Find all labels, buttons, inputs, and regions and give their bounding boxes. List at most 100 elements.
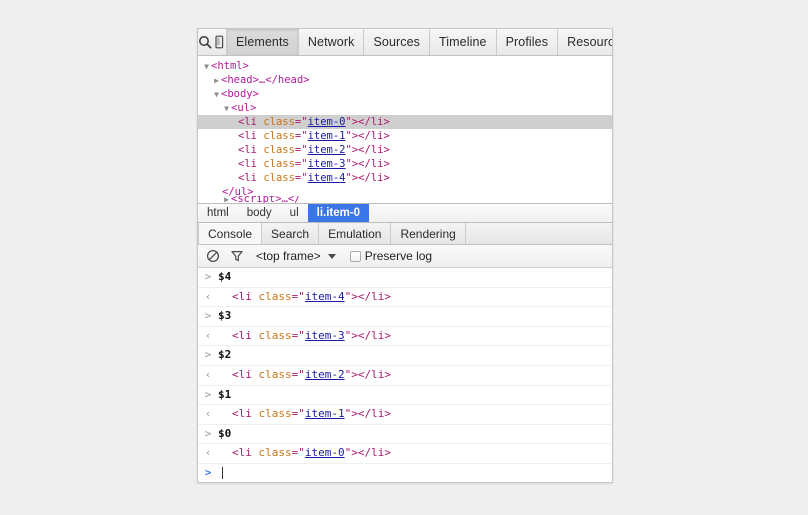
chevron-down-icon[interactable] (327, 253, 336, 259)
console-output-row[interactable]: ‹ <li class="item-1"></li> (198, 405, 612, 425)
console-output-row[interactable]: ‹ <li class="item-4"></li> (198, 288, 612, 308)
dom-close-gt: > (384, 328, 391, 342)
dom-row-li-item-3[interactable]: <li class="item-3"></li> (198, 157, 612, 171)
disclosure-triangle-icon[interactable]: ▶ (212, 74, 221, 88)
dom-attr-eq: =" (291, 289, 305, 303)
device-toggle-icon[interactable] (212, 29, 226, 55)
dom-tag-name: li (244, 116, 257, 128)
tab-sources[interactable]: Sources (364, 29, 431, 55)
dom-attr-name: class (263, 116, 295, 128)
disclosure-triangle-icon[interactable]: ▶ (222, 196, 231, 203)
dom-row-li-item-4[interactable]: <li class="item-4"></li> (198, 171, 612, 185)
tab-console[interactable]: Console (198, 223, 263, 244)
dom-row-head[interactable]: ▶ <head>…</head> (198, 73, 612, 87)
console-prompt-row[interactable]: > (198, 464, 612, 482)
dom-row-html[interactable]: ▼ <html> (198, 59, 612, 73)
console-input-row[interactable]: > $2 (198, 346, 612, 366)
dom-attr-eq: =" (294, 172, 308, 184)
preserve-log-checkbox[interactable] (349, 250, 361, 262)
tab-profiles[interactable]: Profiles (497, 29, 559, 55)
tab-console-label: Console (208, 226, 253, 241)
tab-timeline[interactable]: Timeline (430, 29, 497, 55)
preserve-log-label: Preserve log (364, 249, 433, 263)
tab-emulation[interactable]: Emulation (319, 223, 392, 244)
console-input-text: $3 (218, 309, 232, 323)
tab-rendering[interactable]: Rendering (391, 223, 466, 244)
devtools-panel: Elements Network Sources Timeline Profil… (197, 28, 613, 483)
filter-icon[interactable] (228, 247, 246, 265)
breadcrumb: html body ul li.item-0 (198, 203, 612, 223)
console-output-text: <li class="item-2"></li> (218, 366, 391, 385)
breadcrumb-item-label: ul (289, 207, 299, 219)
tab-timeline-label: Timeline (439, 35, 487, 49)
console-input-marker-icon: > (204, 426, 212, 440)
tab-elements[interactable]: Elements (226, 29, 299, 55)
console-input-row[interactable]: > $3 (198, 307, 612, 327)
dom-attr-value: item-3 (304, 328, 345, 342)
tab-emulation-label: Emulation (328, 226, 382, 241)
tab-resources-label: Resources (567, 35, 612, 49)
dom-row-li-item-2[interactable]: <li class="item-2"></li> (198, 143, 612, 157)
dom-tag-close: "></ (344, 407, 372, 421)
dom-tag-open: < (232, 367, 239, 381)
disclosure-triangle-icon[interactable]: ▼ (222, 102, 231, 116)
dom-close-tag-name: li (370, 144, 384, 156)
dom-tag-name: li (238, 328, 252, 342)
breadcrumb-item-body[interactable]: body (238, 204, 281, 222)
console-output-row[interactable]: ‹ <li class="item-3"></li> (198, 327, 612, 347)
console-input-marker-icon: > (204, 309, 212, 323)
dom-attr-eq: =" (291, 407, 305, 421)
console-input-row[interactable]: > $0 (198, 425, 612, 445)
tab-search[interactable]: Search (262, 223, 320, 244)
tab-resources[interactable]: Resources (558, 29, 612, 55)
disclosure-triangle-icon[interactable]: ▼ (212, 88, 221, 102)
dom-close-gt: > (383, 158, 390, 170)
dom-tag-close: "></ (345, 144, 371, 156)
text-caret (222, 467, 223, 480)
dom-attr-value: item-0 (307, 116, 346, 128)
dom-tag-name: li (244, 144, 257, 156)
dom-close-tag-name: li (370, 172, 384, 184)
breadcrumb-item-html[interactable]: html (198, 204, 238, 222)
dom-row-body[interactable]: ▼ <body> (198, 87, 612, 101)
clear-console-icon[interactable] (204, 247, 222, 265)
frame-selector[interactable]: <top frame> (256, 249, 336, 263)
dom-tag-name: li (244, 172, 257, 184)
console-message-list[interactable]: > $4 ‹ <li class="item-4"></li> > $3 ‹ <… (198, 268, 612, 482)
console-output-marker-icon: ‹ (204, 407, 212, 421)
breadcrumb-item-label: html (207, 207, 229, 219)
dom-row-ul[interactable]: ▼ <ul> (198, 101, 612, 115)
dom-close-tag-name: li (371, 328, 385, 342)
dom-attr-eq: =" (294, 116, 308, 128)
dom-close-gt: > (384, 446, 391, 460)
breadcrumb-item-ul[interactable]: ul (281, 204, 308, 222)
dom-attr-value: item-1 (304, 407, 345, 421)
dom-tag-open: < (232, 328, 239, 342)
console-input-row[interactable]: > $4 (198, 268, 612, 288)
dom-attr-name: class (258, 446, 292, 460)
preserve-log-toggle[interactable]: Preserve log (349, 249, 433, 263)
dom-attr-eq: =" (294, 130, 308, 142)
search-icon[interactable] (198, 29, 212, 55)
console-input-text: $0 (218, 426, 232, 440)
console-output-row[interactable]: ‹ <li class="item-2"></li> (198, 366, 612, 386)
dom-row-label: <script>…</ (231, 196, 301, 203)
dom-close-tag-name: li (370, 116, 384, 128)
tab-rendering-label: Rendering (400, 226, 456, 241)
disclosure-triangle-icon[interactable]: ▼ (202, 60, 211, 74)
main-tab-bar: Elements Network Sources Timeline Profil… (226, 29, 612, 55)
dom-row-script-clipped[interactable]: ▶ <script>…</ (198, 196, 612, 203)
tab-network[interactable]: Network (299, 29, 365, 55)
dom-tag-name: li (238, 407, 252, 421)
dom-attr-eq: =" (291, 367, 305, 381)
dom-tag-open: < (232, 407, 239, 421)
console-output-text: <li class="item-4"></li> (218, 288, 391, 307)
dom-row-li-item-0[interactable]: <li class="item-0"></li> (198, 115, 612, 129)
console-input-row[interactable]: > $1 (198, 386, 612, 406)
dom-attr-name: class (258, 407, 292, 421)
dom-row-li-item-1[interactable]: <li class="item-1"></li> (198, 129, 612, 143)
dom-close-gt: > (383, 172, 390, 184)
dom-tree[interactable]: ▼ <html> ▶ <head>…</head> ▼ <body> ▼ <ul> <l… (198, 56, 612, 203)
breadcrumb-item-li-item-0[interactable]: li.item-0 (307, 204, 370, 222)
console-output-row[interactable]: ‹ <li class="item-0"></li> (198, 444, 612, 464)
